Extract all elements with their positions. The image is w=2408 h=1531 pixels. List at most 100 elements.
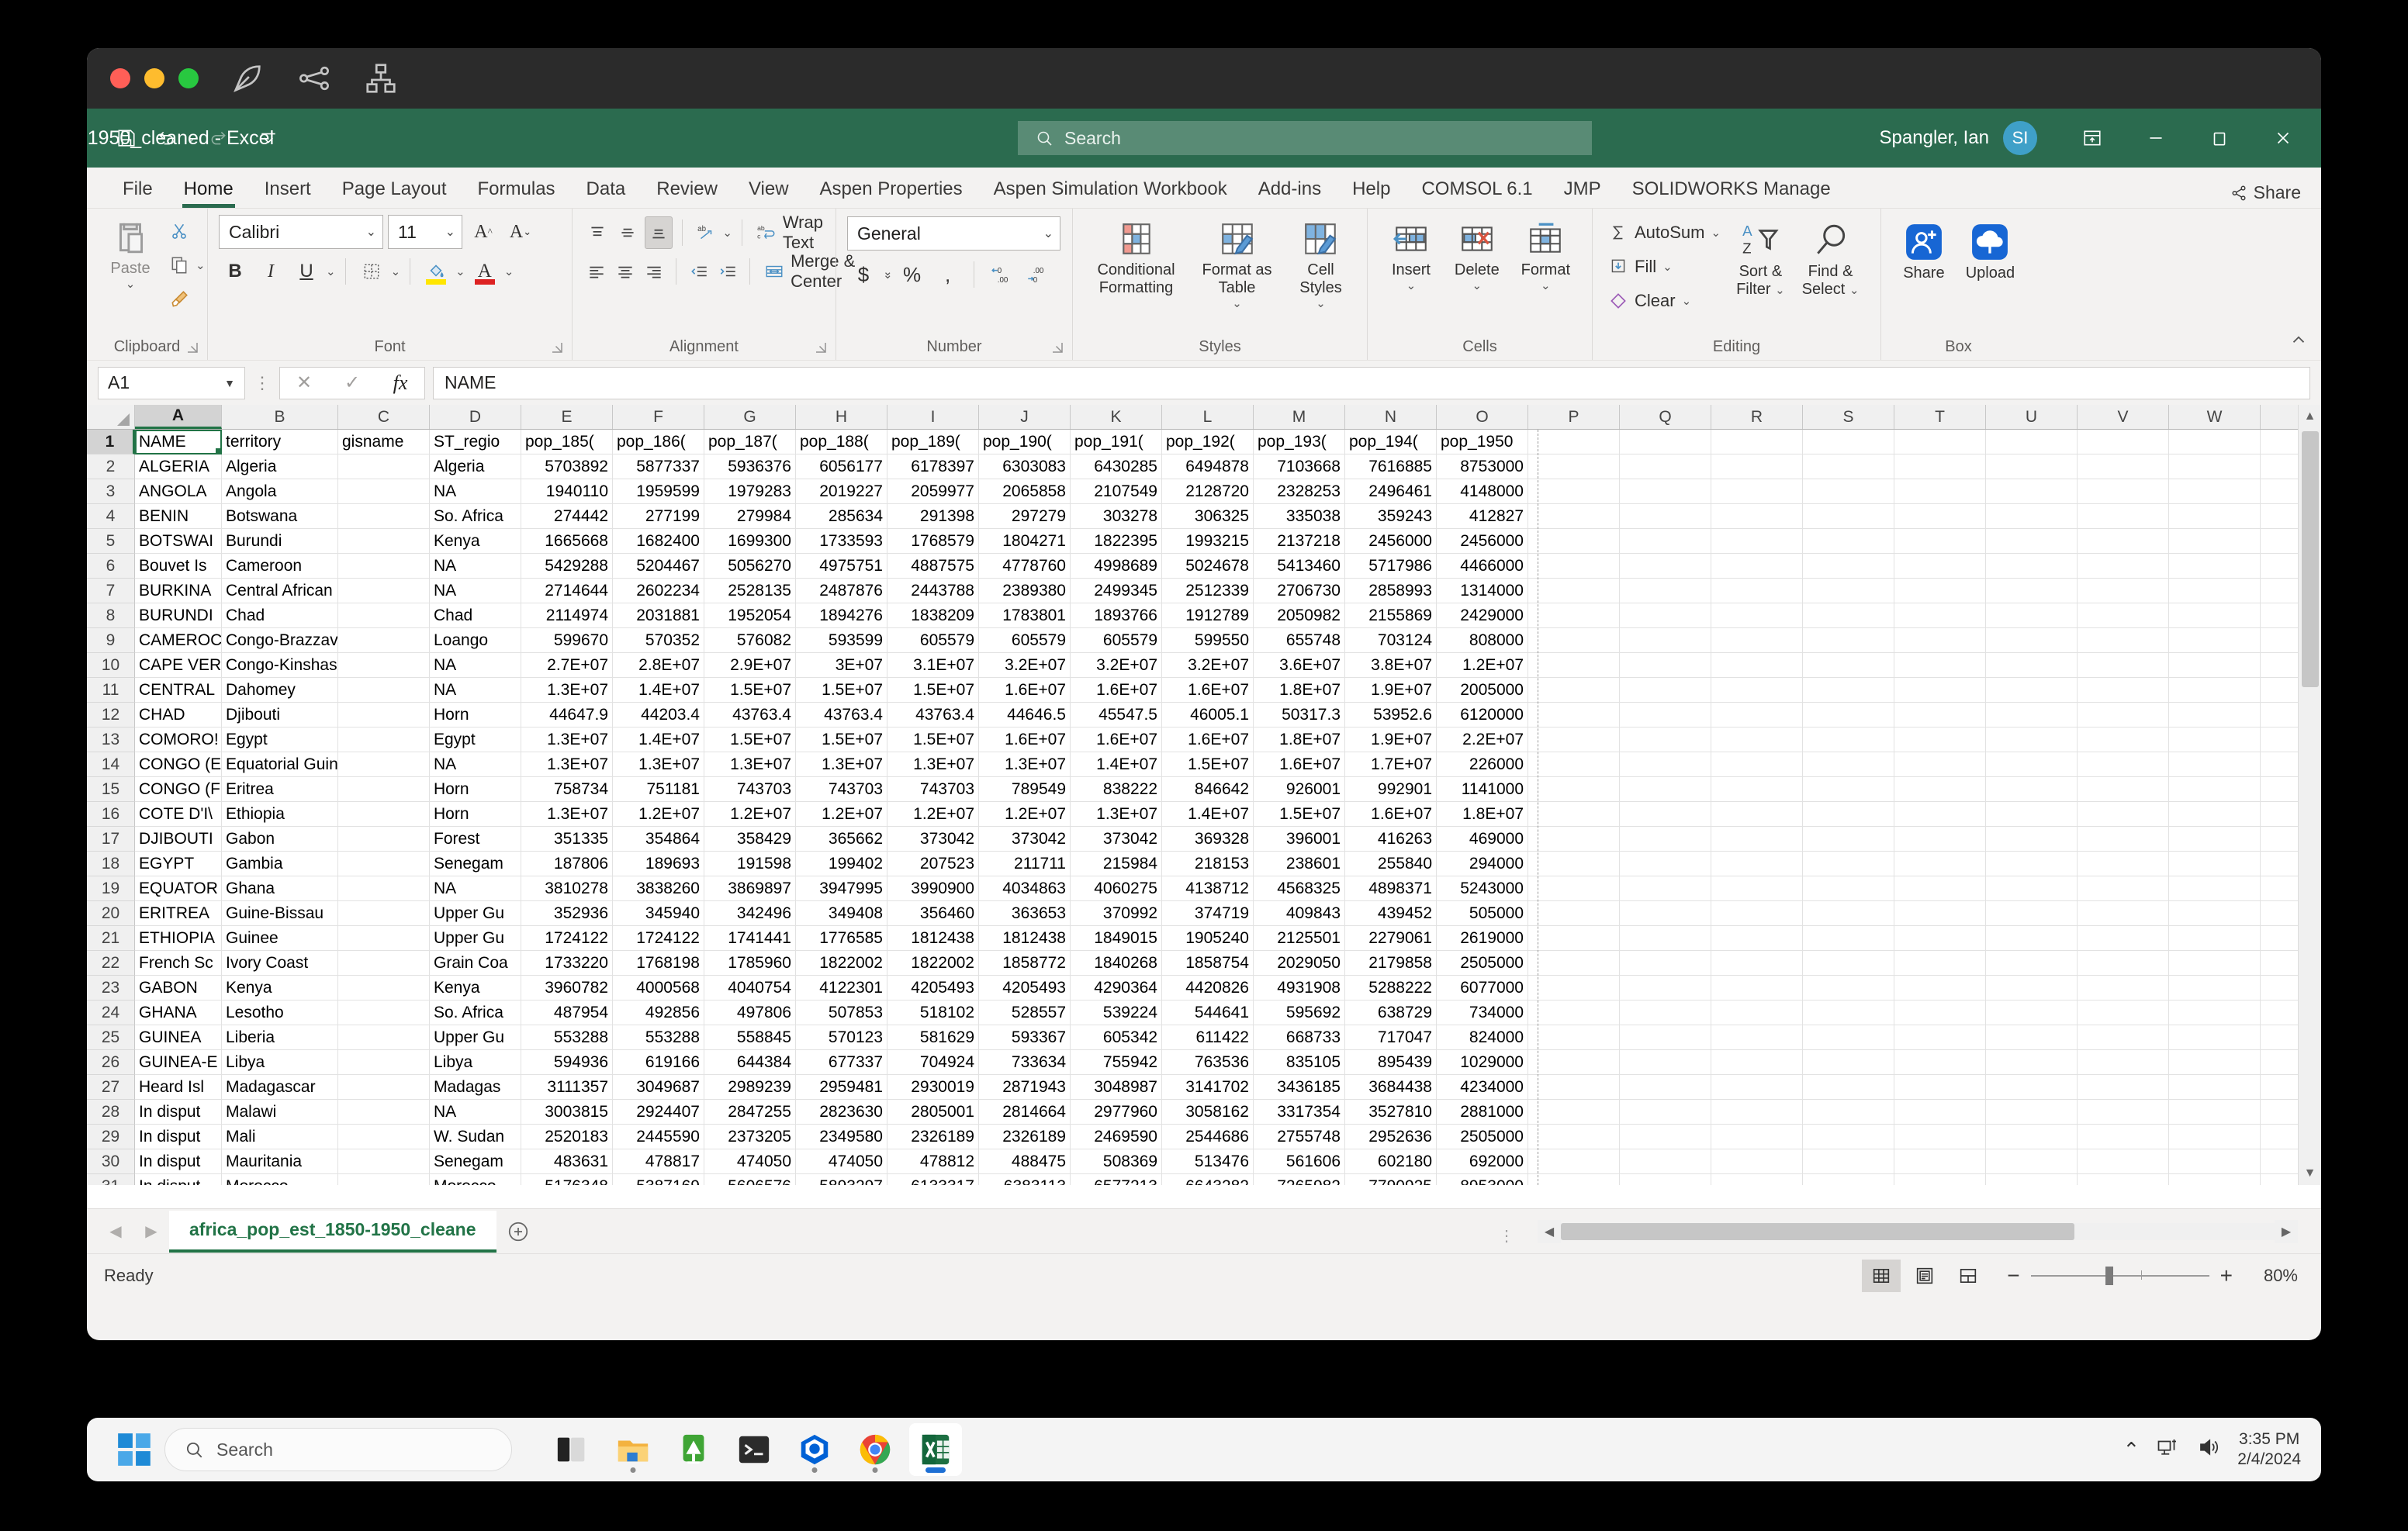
cell-B28[interactable]: Malawi <box>222 1100 338 1125</box>
row-header-28[interactable]: 28 <box>87 1100 135 1125</box>
cell-S31[interactable] <box>1803 1174 1894 1185</box>
cell-P28[interactable] <box>1528 1100 1620 1125</box>
cell-F9[interactable]: 570352 <box>613 628 704 653</box>
scroll-right-icon[interactable]: ▶ <box>2275 1220 2298 1243</box>
cell-N18[interactable]: 255840 <box>1345 852 1437 876</box>
cell-I2[interactable]: 6178397 <box>887 454 979 479</box>
cell-O5[interactable]: 2456000 <box>1437 529 1528 554</box>
cell-M29[interactable]: 2755748 <box>1254 1125 1345 1149</box>
cut-icon[interactable] <box>163 215 195 247</box>
cell-E13[interactable]: 1.3E+07 <box>521 727 613 752</box>
row-header-30[interactable]: 30 <box>87 1149 135 1174</box>
cell-X10[interactable] <box>2261 653 2298 678</box>
cell-I14[interactable]: 1.3E+07 <box>887 752 979 777</box>
column-header-H[interactable]: H <box>796 405 887 429</box>
cell-A3[interactable]: ANGOLA <box>135 479 222 504</box>
cell-N6[interactable]: 5717986 <box>1345 554 1437 579</box>
cell-H24[interactable]: 507853 <box>796 1001 887 1025</box>
format-cells-dropdown-icon[interactable]: ⌄ <box>1541 279 1551 292</box>
accounting-format-icon[interactable]: $ <box>847 258 880 291</box>
column-header-G[interactable]: G <box>704 405 796 429</box>
cell-S27[interactable] <box>1803 1075 1894 1100</box>
cell-L14[interactable]: 1.5E+07 <box>1162 752 1254 777</box>
cell-T3[interactable] <box>1894 479 1986 504</box>
cell-F14[interactable]: 1.3E+07 <box>613 752 704 777</box>
cell-S7[interactable] <box>1803 579 1894 603</box>
cell-A7[interactable]: BURKINA <box>135 579 222 603</box>
cell-J13[interactable]: 1.6E+07 <box>979 727 1071 752</box>
horizontal-scroll-thumb[interactable] <box>1561 1223 2075 1240</box>
cell-U15[interactable] <box>1986 777 2078 802</box>
cell-T17[interactable] <box>1894 827 1986 852</box>
column-header-P[interactable]: P <box>1528 405 1620 429</box>
cell-R11[interactable] <box>1711 678 1803 703</box>
cell-W21[interactable] <box>2169 926 2261 951</box>
cell-V3[interactable] <box>2078 479 2169 504</box>
cell-M28[interactable]: 3317354 <box>1254 1100 1345 1125</box>
cell-T4[interactable] <box>1894 504 1986 529</box>
cell-W4[interactable] <box>2169 504 2261 529</box>
cell-W22[interactable] <box>2169 951 2261 976</box>
cell-U24[interactable] <box>1986 1001 2078 1025</box>
cell-P29[interactable] <box>1528 1125 1620 1149</box>
cell-N5[interactable]: 2456000 <box>1345 529 1437 554</box>
cell-E29[interactable]: 2520183 <box>521 1125 613 1149</box>
sheet-tab[interactable]: africa_pop_est_1850-1950_cleane <box>169 1210 496 1253</box>
cell-A29[interactable]: In disput <box>135 1125 222 1149</box>
zoom-level-label[interactable]: 80% <box>2244 1266 2298 1286</box>
cell-L12[interactable]: 46005.1 <box>1162 703 1254 727</box>
cell-I30[interactable]: 478812 <box>887 1149 979 1174</box>
tab-home[interactable]: Home <box>168 175 249 208</box>
column-header-R[interactable]: R <box>1711 405 1803 429</box>
cell-O24[interactable]: 734000 <box>1437 1001 1528 1025</box>
cell-G27[interactable]: 2989239 <box>704 1075 796 1100</box>
cell-D24[interactable]: So. Africa <box>430 1001 521 1025</box>
cell-P7[interactable] <box>1528 579 1620 603</box>
cell-I4[interactable]: 291398 <box>887 504 979 529</box>
cell-B16[interactable]: Ethiopia <box>222 802 338 827</box>
cell-W28[interactable] <box>2169 1100 2261 1125</box>
cell-E12[interactable]: 44647.9 <box>521 703 613 727</box>
cell-S19[interactable] <box>1803 876 1894 901</box>
cell-F10[interactable]: 2.8E+07 <box>613 653 704 678</box>
cell-V11[interactable] <box>2078 678 2169 703</box>
cell-T7[interactable] <box>1894 579 1986 603</box>
cell-E7[interactable]: 2714644 <box>521 579 613 603</box>
cell-H4[interactable]: 285634 <box>796 504 887 529</box>
cell-O28[interactable]: 2881000 <box>1437 1100 1528 1125</box>
cell-V1[interactable] <box>2078 430 2169 454</box>
cell-W14[interactable] <box>2169 752 2261 777</box>
cell-J24[interactable]: 528557 <box>979 1001 1071 1025</box>
clipboard-dialog-launcher-icon[interactable] <box>185 340 199 354</box>
column-header-U[interactable]: U <box>1986 405 2078 429</box>
increase-indent-icon[interactable] <box>714 255 740 288</box>
orientation-dropdown-icon[interactable]: ⌄ <box>722 226 732 240</box>
taskbar-icon-terminal[interactable] <box>728 1423 780 1476</box>
font-size-dropdown-icon[interactable]: ⌄ <box>439 224 455 240</box>
cell-M21[interactable]: 2125501 <box>1254 926 1345 951</box>
cell-R13[interactable] <box>1711 727 1803 752</box>
cell-C8[interactable] <box>338 603 430 628</box>
column-header-B[interactable]: B <box>222 405 338 429</box>
cell-M19[interactable]: 4568325 <box>1254 876 1345 901</box>
cell-J7[interactable]: 2389380 <box>979 579 1071 603</box>
format-as-table-dropdown-icon[interactable]: ⌄ <box>1232 297 1242 310</box>
column-header-E[interactable]: E <box>521 405 613 429</box>
cell-W13[interactable] <box>2169 727 2261 752</box>
cell-P3[interactable] <box>1528 479 1620 504</box>
cell-S15[interactable] <box>1803 777 1894 802</box>
cell-J25[interactable]: 593367 <box>979 1025 1071 1050</box>
cell-Q5[interactable] <box>1620 529 1711 554</box>
cell-I6[interactable]: 4887575 <box>887 554 979 579</box>
cell-W7[interactable] <box>2169 579 2261 603</box>
cell-X12[interactable] <box>2261 703 2298 727</box>
zoom-slider-track[interactable] <box>2030 1266 2209 1285</box>
cell-U3[interactable] <box>1986 479 2078 504</box>
paste-dropdown-icon[interactable]: ⌄ <box>126 278 136 291</box>
cell-K9[interactable]: 605579 <box>1071 628 1162 653</box>
cell-U23[interactable] <box>1986 976 2078 1001</box>
cell-V18[interactable] <box>2078 852 2169 876</box>
cell-X2[interactable] <box>2261 454 2298 479</box>
cell-O16[interactable]: 1.8E+07 <box>1437 802 1528 827</box>
cell-N24[interactable]: 638729 <box>1345 1001 1437 1025</box>
